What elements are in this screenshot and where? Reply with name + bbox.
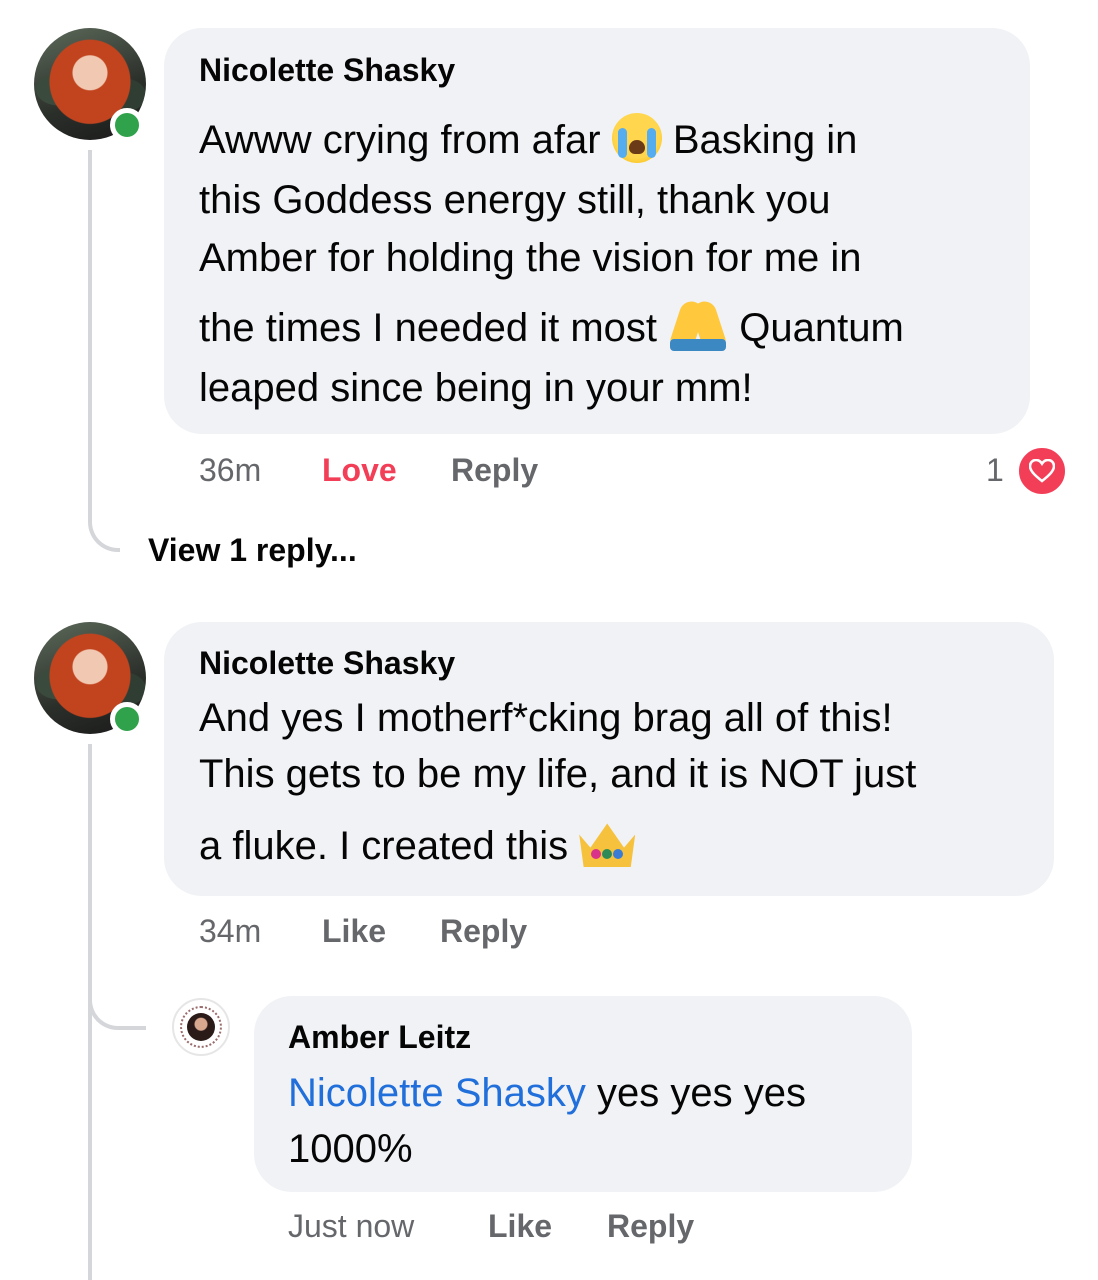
text-segment: Quantum <box>728 306 904 350</box>
like-button[interactable]: Like <box>322 913 386 950</box>
mention-link[interactable]: Nicolette Shasky <box>288 1071 586 1115</box>
online-status-indicator <box>110 108 144 142</box>
love-reaction-button[interactable]: Love <box>322 452 397 489</box>
comment-text-line: this Goddess energy still, thank you <box>199 178 831 222</box>
online-status-indicator <box>110 702 144 736</box>
comment-text-line: Awww crying from afar Basking in <box>199 113 858 164</box>
text-segment: a fluke. I created this <box>199 824 580 868</box>
loudly-crying-face-icon <box>611 113 662 164</box>
reply-button[interactable]: Reply <box>451 452 538 489</box>
comment-text-line: leaped since being in your mm! <box>199 366 753 410</box>
thread-branch <box>88 960 146 1030</box>
reaction-count[interactable]: 1 <box>986 452 1004 489</box>
comment-text-line: Amber for holding the vision for me in <box>199 236 862 280</box>
like-button[interactable]: Like <box>488 1208 552 1245</box>
thread-line <box>88 150 92 510</box>
text-segment: Awww crying from afar <box>199 118 612 162</box>
folded-hands-icon <box>668 301 728 352</box>
comment-text-line: a fluke. I created this <box>199 823 636 869</box>
comment-text-line: This gets to be my life, and it is NOT j… <box>199 752 917 796</box>
comment-timestamp[interactable]: 36m <box>199 452 261 489</box>
heart-icon[interactable] <box>1016 445 1068 497</box>
crown-icon <box>579 823 636 868</box>
avatar-photo <box>187 1013 215 1041</box>
avatar[interactable] <box>172 998 230 1056</box>
comment-timestamp[interactable]: 34m <box>199 913 261 950</box>
reply-button[interactable]: Reply <box>440 913 527 950</box>
reply-text-line: Nicolette Shasky yes yes yes <box>288 1071 806 1116</box>
comment-text-line: the times I needed it most Quantum <box>199 306 904 352</box>
comment-text-line: And yes I motherf*cking brag all of this… <box>199 696 893 740</box>
reply-timestamp[interactable]: Just now <box>288 1208 414 1245</box>
reply-button[interactable]: Reply <box>607 1208 694 1245</box>
reply-text-line: 1000% <box>288 1127 413 1171</box>
text-segment: the times I needed it most <box>199 306 669 350</box>
text-segment: yes yes yes <box>585 1071 806 1115</box>
text-segment: Basking in <box>661 118 858 162</box>
comment-author[interactable]: Nicolette Shasky <box>199 645 455 682</box>
thread-branch <box>88 490 120 552</box>
view-replies-link[interactable]: View 1 reply... <box>148 532 357 569</box>
comment-author[interactable]: Nicolette Shasky <box>199 52 455 89</box>
reply-author[interactable]: Amber Leitz <box>288 1019 471 1056</box>
